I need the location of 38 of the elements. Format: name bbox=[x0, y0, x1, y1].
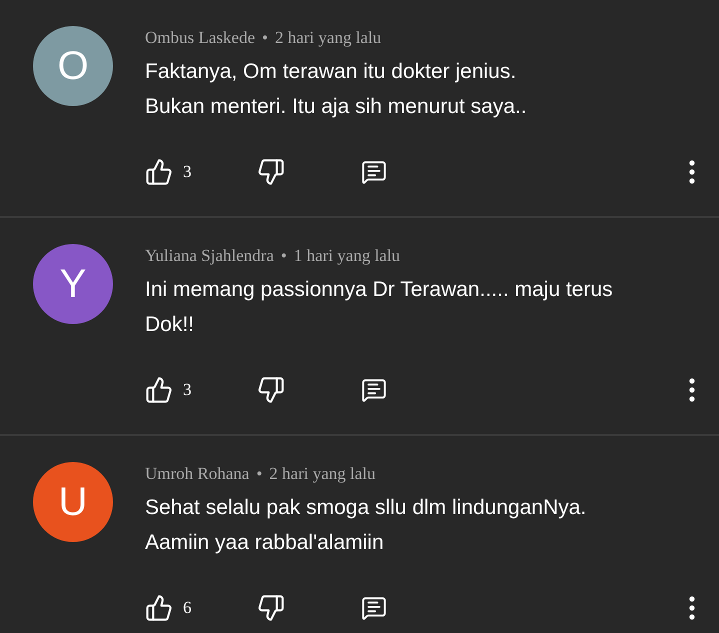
more-button[interactable] bbox=[689, 378, 695, 402]
thumbs-up-icon bbox=[145, 158, 173, 186]
more-button[interactable] bbox=[689, 160, 695, 184]
author-name[interactable]: Ombus Laskede bbox=[145, 26, 256, 50]
reply-button[interactable] bbox=[361, 159, 387, 185]
reply-button[interactable] bbox=[361, 377, 387, 403]
author-name[interactable]: Yuliana Sjahlendra bbox=[145, 244, 274, 268]
separator-dot: • bbox=[280, 245, 287, 267]
comment-text: Faktanya, Om terawan itu dokter jenius. Bukan menteri. Itu aja sih menurut saya.. bbox=[145, 59, 528, 120]
separator-dot: • bbox=[262, 27, 268, 49]
comment-text: Ini memang passionnya Dr Terawan..... maju terus Dok!! bbox=[145, 277, 614, 338]
like-button[interactable]: 3 bbox=[145, 158, 257, 186]
comment-text: Sehat selalu pak smoga sllu dlm lindunganNya. Aamiin yaa rabbal'alamiin bbox=[145, 495, 588, 556]
thumbs-down-icon bbox=[257, 594, 285, 622]
comment-icon bbox=[361, 377, 387, 403]
comment-time: 2 hari yang lalu bbox=[269, 463, 376, 485]
avatar-letter: O bbox=[57, 43, 89, 90]
comment-time: 2 hari yang lalu bbox=[274, 27, 382, 49]
thumbs-down-icon bbox=[257, 158, 285, 186]
more-icon bbox=[689, 378, 695, 402]
thumbs-up-icon bbox=[145, 376, 173, 404]
like-button[interactable]: 3 bbox=[145, 376, 257, 404]
author-name[interactable]: Umroh Rohana bbox=[145, 462, 250, 486]
like-button[interactable]: 6 bbox=[145, 594, 257, 622]
comment-time: 1 hari yang lalu bbox=[294, 245, 400, 267]
avatar[interactable]: Y bbox=[33, 244, 113, 324]
separator-dot: • bbox=[256, 463, 262, 485]
comment-icon bbox=[361, 159, 387, 185]
comment-icon bbox=[361, 595, 387, 621]
avatar-letter: Y bbox=[60, 261, 86, 308]
reply-button[interactable] bbox=[361, 595, 387, 621]
more-icon bbox=[689, 596, 695, 620]
thumbs-up-icon bbox=[145, 594, 173, 622]
more-icon bbox=[689, 160, 695, 184]
thumbs-down-icon bbox=[257, 376, 285, 404]
avatar[interactable]: U bbox=[33, 462, 113, 542]
avatar-letter: U bbox=[58, 479, 88, 526]
more-button[interactable] bbox=[689, 596, 695, 620]
